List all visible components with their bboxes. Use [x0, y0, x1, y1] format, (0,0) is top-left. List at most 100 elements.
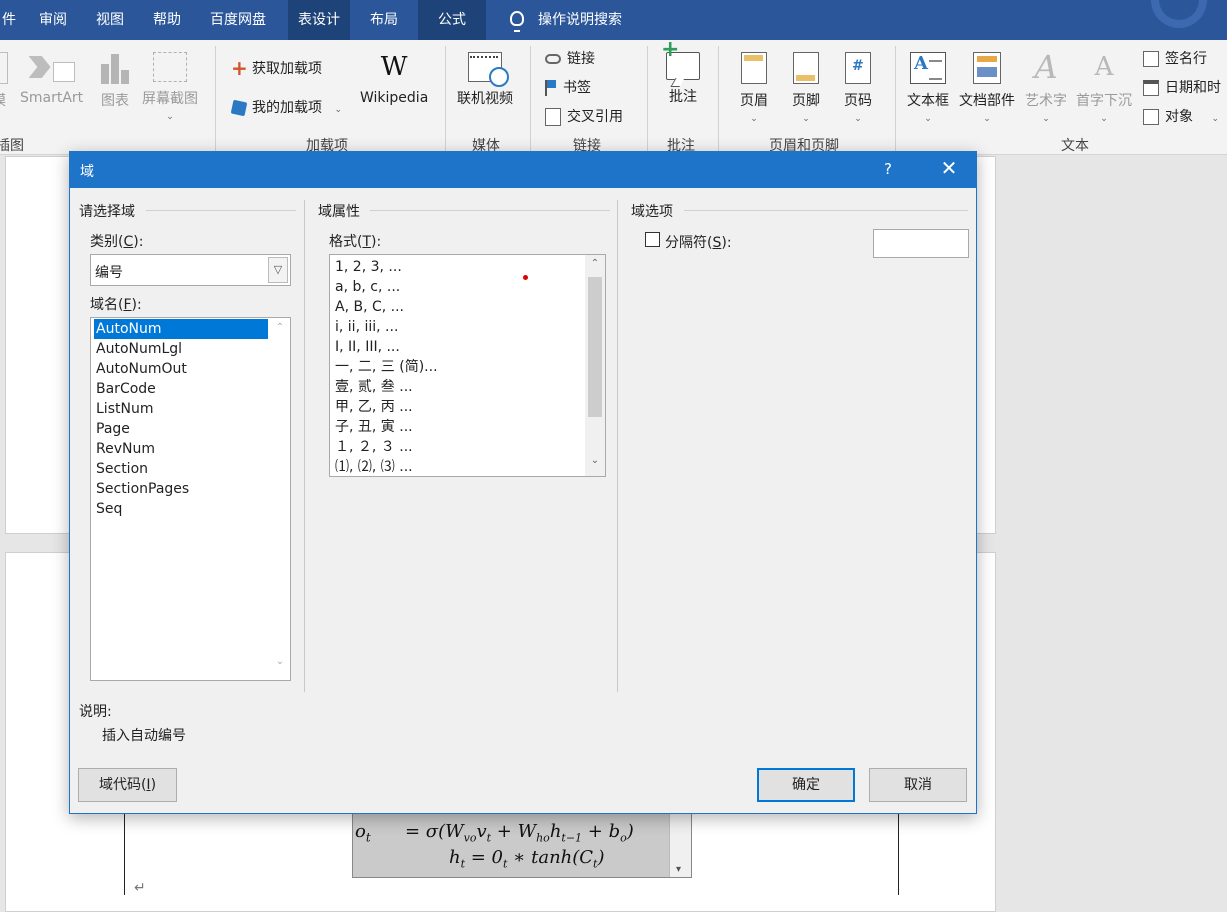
object-button[interactable]: 对象 ⌄	[1143, 106, 1219, 126]
illustrations-group-label: 插图	[0, 138, 24, 154]
separator-input[interactable]	[873, 229, 969, 258]
page-number-button[interactable]: 页码 ⌄	[844, 52, 872, 124]
my-addins-button[interactable]: 我的加载项 ⌄	[230, 97, 342, 117]
list-item-revnum[interactable]: RevNum	[94, 439, 157, 459]
description-text: 插入自动编号	[102, 728, 186, 744]
tab-baidu-netdisk[interactable]: 百度网盘	[200, 0, 276, 40]
wikipedia-button[interactable]: W Wikipedia	[360, 52, 428, 106]
chart-button[interactable]: 图表	[99, 52, 131, 110]
scroll-down-icon[interactable]: ⌄	[270, 656, 290, 667]
wordart-label: 艺术字	[1025, 93, 1067, 109]
signature-line-button[interactable]: 签名行	[1143, 48, 1207, 68]
tab-view[interactable]: 视图	[86, 0, 134, 40]
cancel-button[interactable]: 取消	[869, 768, 967, 802]
online-video-button[interactable]: 联机视频	[457, 52, 513, 108]
bookmark-button[interactable]: 书签	[545, 77, 591, 97]
list-item-listnum[interactable]: ListNum	[94, 399, 155, 419]
choose-field-heading: 请选择域	[79, 204, 135, 220]
format-item-chinese-financial[interactable]: 壹, 贰, 叁 ...	[333, 377, 415, 397]
cross-reference-button[interactable]: 交叉引用	[545, 106, 623, 126]
format-item-earthly-branches[interactable]: 子, 丑, 寅 ...	[333, 417, 415, 437]
format-item-lower-alpha[interactable]: a, b, c, ...	[333, 277, 402, 297]
tab-review[interactable]: 审阅	[29, 0, 77, 40]
camera-icon	[153, 52, 187, 82]
wordart-button[interactable]: A 艺术字 ⌄	[1025, 50, 1067, 124]
smartart-button[interactable]: SmartArt	[20, 52, 83, 106]
tab-help[interactable]: 帮助	[143, 0, 191, 40]
dialog-title-bar[interactable]: 域 ? ✕	[70, 152, 976, 188]
section-divider	[146, 210, 296, 211]
link-button[interactable]: 链接	[545, 48, 595, 68]
quick-parts-button[interactable]: 文档部件 ⌄	[959, 52, 1015, 124]
table-border	[898, 800, 899, 895]
date-time-button[interactable]: 日期和时	[1143, 77, 1221, 97]
tab-file[interactable]: 件	[0, 0, 26, 40]
smartart-icon	[29, 52, 75, 84]
format-item-heavenly-stems[interactable]: 甲, 乙, 丙 ...	[333, 397, 415, 417]
ribbon: 模 SmartArt 图表 屏幕截图 ⌄ 插图 获取加载项 我的加载项 ⌄ W …	[0, 37, 1227, 155]
list-item-barcode[interactable]: BarCode	[94, 379, 158, 399]
format-item-arabic[interactable]: 1, 2, 3, ...	[333, 257, 404, 277]
ribbon-divider	[445, 46, 446, 152]
list-item-section[interactable]: Section	[94, 459, 150, 479]
category-value: 编号	[95, 265, 123, 281]
new-comment-button[interactable]: 批注	[661, 37, 700, 106]
chevron-down-icon[interactable]: ▽	[268, 257, 288, 283]
scroll-down-icon[interactable]: ⌄	[585, 455, 605, 466]
text-box-button[interactable]: 文本框 ⌄	[907, 52, 949, 124]
format-item-lower-roman[interactable]: i, ii, iii, ...	[333, 317, 400, 337]
chevron-down-icon: ⌄	[750, 114, 758, 124]
format-item-upper-alpha[interactable]: A, B, C, ...	[333, 297, 406, 317]
page-number-label: 页码	[844, 93, 872, 109]
chevron-down-icon: ⌄	[1042, 114, 1050, 124]
tab-equation[interactable]: 公式	[418, 0, 486, 40]
format-list[interactable]: 1, 2, 3, ... a, b, c, ... A, B, C, ... i…	[329, 254, 606, 477]
equation-scroll[interactable]	[669, 809, 691, 877]
get-addins-button[interactable]: 获取加载项	[231, 56, 322, 80]
category-select[interactable]: 编号 ▽	[90, 254, 291, 286]
cursor-dot	[523, 275, 528, 280]
field-list-scrollbar[interactable]: ⌃ ⌄	[270, 318, 290, 680]
format-list-scrollbar[interactable]: ⌃ ⌄	[585, 255, 605, 476]
list-item-page[interactable]: Page	[94, 419, 132, 439]
scroll-up-icon[interactable]: ⌃	[270, 322, 290, 333]
list-item-seq[interactable]: Seq	[94, 499, 124, 519]
footer-label: 页脚	[792, 93, 820, 109]
drop-cap-button[interactable]: A 首字下沉 ⌄	[1076, 50, 1132, 124]
list-item-autonum[interactable]: AutoNum	[94, 319, 268, 339]
help-button[interactable]: ?	[884, 160, 892, 178]
tab-layout[interactable]: 布局	[360, 0, 408, 40]
field-names-list[interactable]: AutoNum AutoNumLgl AutoNumOut BarCode Li…	[90, 317, 291, 681]
list-item-sectionpages[interactable]: SectionPages	[94, 479, 191, 499]
equation-box[interactable]: ot = σ(Wvovt + Whoht−1 + bo) ht = 0t ∗ t…	[352, 808, 692, 878]
column-divider	[304, 200, 305, 692]
separator-checkbox[interactable]	[645, 232, 660, 247]
footer-button[interactable]: 页脚 ⌄	[792, 52, 820, 124]
ok-button[interactable]: 确定	[757, 768, 855, 802]
scroll-up-icon[interactable]: ⌃	[585, 258, 605, 269]
section-divider	[684, 210, 968, 211]
object-icon	[1143, 109, 1159, 125]
quick-parts-label: 文档部件	[959, 93, 1015, 109]
ribbon-divider	[718, 46, 719, 152]
list-item-autonumout[interactable]: AutoNumOut	[94, 359, 189, 379]
office-logo-icon	[1151, 0, 1207, 28]
format-item-chinese-simple[interactable]: 一, 二, 三 (简)...	[333, 357, 440, 377]
close-button[interactable]: ✕	[936, 156, 962, 180]
list-item-autonumlgl[interactable]: AutoNumLgl	[94, 339, 184, 359]
equation-line-output-gate: ot = σ(Wvovt + Whoht−1 + bo)	[355, 821, 634, 845]
drop-cap-icon: A	[1094, 52, 1114, 82]
ribbon-divider	[647, 46, 648, 152]
scroll-thumb[interactable]	[588, 277, 602, 417]
screenshot-button[interactable]: 屏幕截图 ⌄	[142, 52, 198, 122]
3d-model-button[interactable]: 模	[0, 52, 8, 110]
header-button[interactable]: 页眉 ⌄	[740, 52, 768, 124]
format-item-upper-roman[interactable]: I, II, III, ...	[333, 337, 402, 357]
chevron-down-icon: ⌄	[166, 112, 174, 122]
tab-table-design[interactable]: 表设计	[288, 0, 350, 40]
format-item-parenthesized[interactable]: ⑴, ⑵, ⑶ ...	[333, 457, 415, 476]
comment-label: 批注	[669, 89, 697, 105]
format-item-fullwidth-arabic[interactable]: １, ２, ３ ...	[333, 437, 415, 457]
tell-me-search[interactable]: 操作说明搜索	[494, 0, 622, 40]
field-codes-button[interactable]: 域代码(I)	[78, 768, 177, 802]
